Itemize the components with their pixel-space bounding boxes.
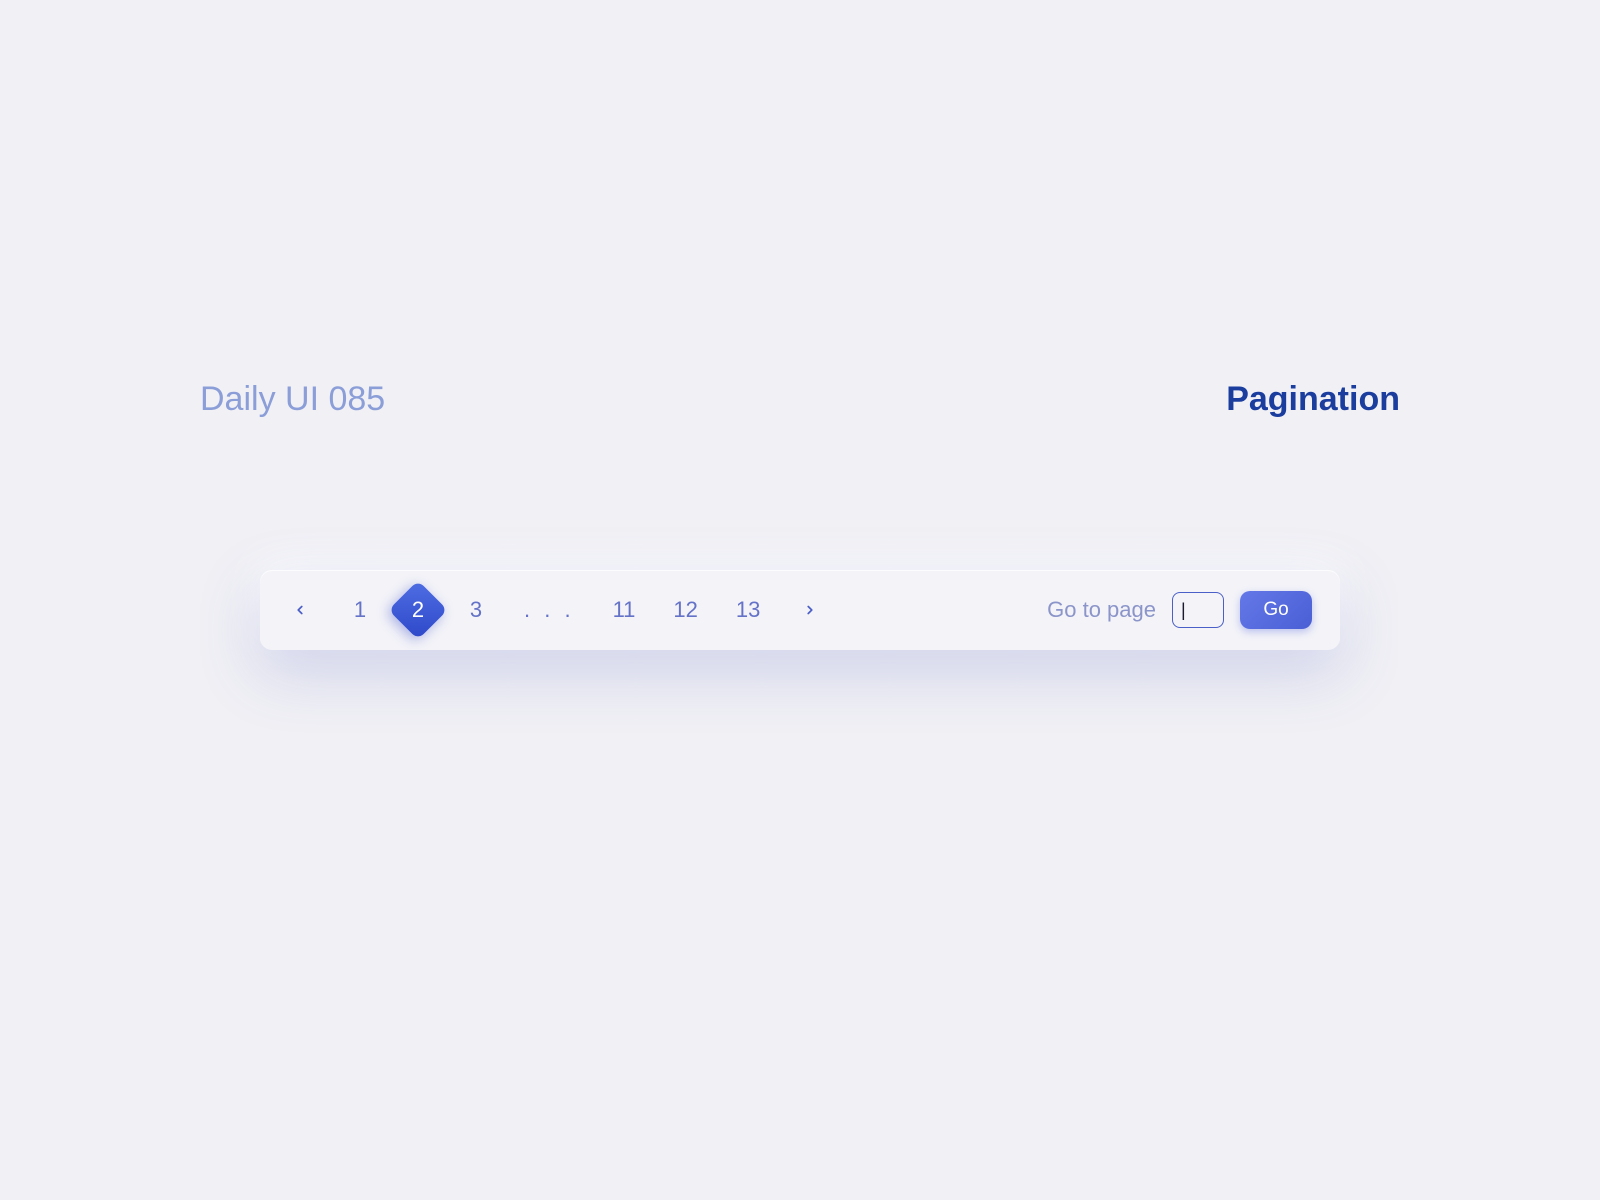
page-13[interactable]: 13 — [736, 597, 760, 623]
go-to-page-input[interactable] — [1172, 592, 1224, 628]
go-to-page-label: Go to page — [1047, 597, 1156, 623]
page-2-active[interactable]: 2 — [408, 597, 428, 623]
page-11[interactable]: 11 — [613, 597, 636, 623]
header: Daily UI 085 Pagination — [200, 380, 1400, 419]
page-ellipsis: . . . — [524, 597, 575, 623]
header-right-title: Pagination — [1226, 380, 1400, 419]
go-button[interactable]: Go — [1240, 591, 1312, 629]
go-to-page-section: Go to page Go — [1047, 591, 1312, 629]
header-left-title: Daily UI 085 — [200, 380, 385, 419]
pagination-bar: 1 2 3 . . . 11 12 13 Go to page Go — [260, 570, 1340, 650]
page-1[interactable]: 1 — [350, 597, 370, 623]
page-3[interactable]: 3 — [466, 597, 486, 623]
chevron-left-icon[interactable] — [288, 598, 312, 622]
page-12[interactable]: 12 — [673, 597, 697, 623]
page-list: 1 2 3 . . . 11 12 13 — [288, 597, 822, 623]
chevron-right-icon[interactable] — [798, 598, 822, 622]
